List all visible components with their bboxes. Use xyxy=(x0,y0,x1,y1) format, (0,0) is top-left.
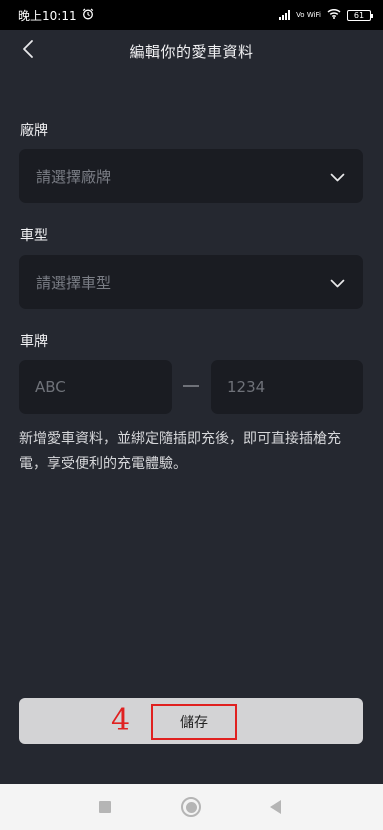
save-button-label: 儲存 xyxy=(180,715,208,731)
vowifi-indicator: Vo WiFi xyxy=(296,10,321,19)
model-placeholder: 請選擇車型 xyxy=(36,273,112,292)
plate-label: 車牌 xyxy=(20,334,48,350)
circle-home-icon[interactable] xyxy=(181,797,201,817)
plate-prefix-box xyxy=(19,360,172,414)
back-button[interactable] xyxy=(14,37,42,65)
chevron-left-icon xyxy=(21,39,35,63)
status-bar: 晚上10:11 Vo WiFi 61 xyxy=(0,0,383,30)
status-time: 晚上10:11 xyxy=(18,8,77,23)
brand-label: 廠牌 xyxy=(20,123,48,139)
status-right: Vo WiFi 61 xyxy=(279,8,373,22)
square-recents-icon[interactable] xyxy=(99,801,111,813)
model-select[interactable]: 請選擇車型 xyxy=(19,255,363,309)
plate-number-box xyxy=(211,360,363,414)
model-label: 車型 xyxy=(20,228,48,244)
system-nav-bar xyxy=(0,784,383,830)
plate-number-input[interactable] xyxy=(227,378,347,396)
brand-placeholder: 請選擇廠牌 xyxy=(36,167,112,186)
battery-icon: 61 xyxy=(347,9,373,21)
signal-strength-icon xyxy=(279,10,291,20)
alarm-clock-icon xyxy=(82,8,94,23)
chevron-down-icon xyxy=(330,167,345,186)
triangle-back-icon[interactable] xyxy=(270,800,281,814)
page-title: 編輯你的愛車資料 xyxy=(129,42,254,61)
status-left: 晚上10:11 xyxy=(18,7,94,24)
annotation-step-number: 4 xyxy=(111,703,131,738)
app-header: 編輯你的愛車資料 xyxy=(0,30,383,72)
plate-prefix-input[interactable] xyxy=(35,378,156,396)
info-text: 新增愛車資料，並綁定隨插即充後，即可直接插槍充電，享受便利的充電體驗。 xyxy=(19,431,341,472)
plate-separator xyxy=(183,385,199,387)
brand-select[interactable]: 請選擇廠牌 xyxy=(19,149,363,203)
save-button[interactable]: 4 儲存 xyxy=(19,698,363,744)
chevron-down-icon xyxy=(330,273,345,292)
wifi-icon xyxy=(327,8,341,22)
annotation-highlight-box: 儲存 xyxy=(151,704,237,740)
